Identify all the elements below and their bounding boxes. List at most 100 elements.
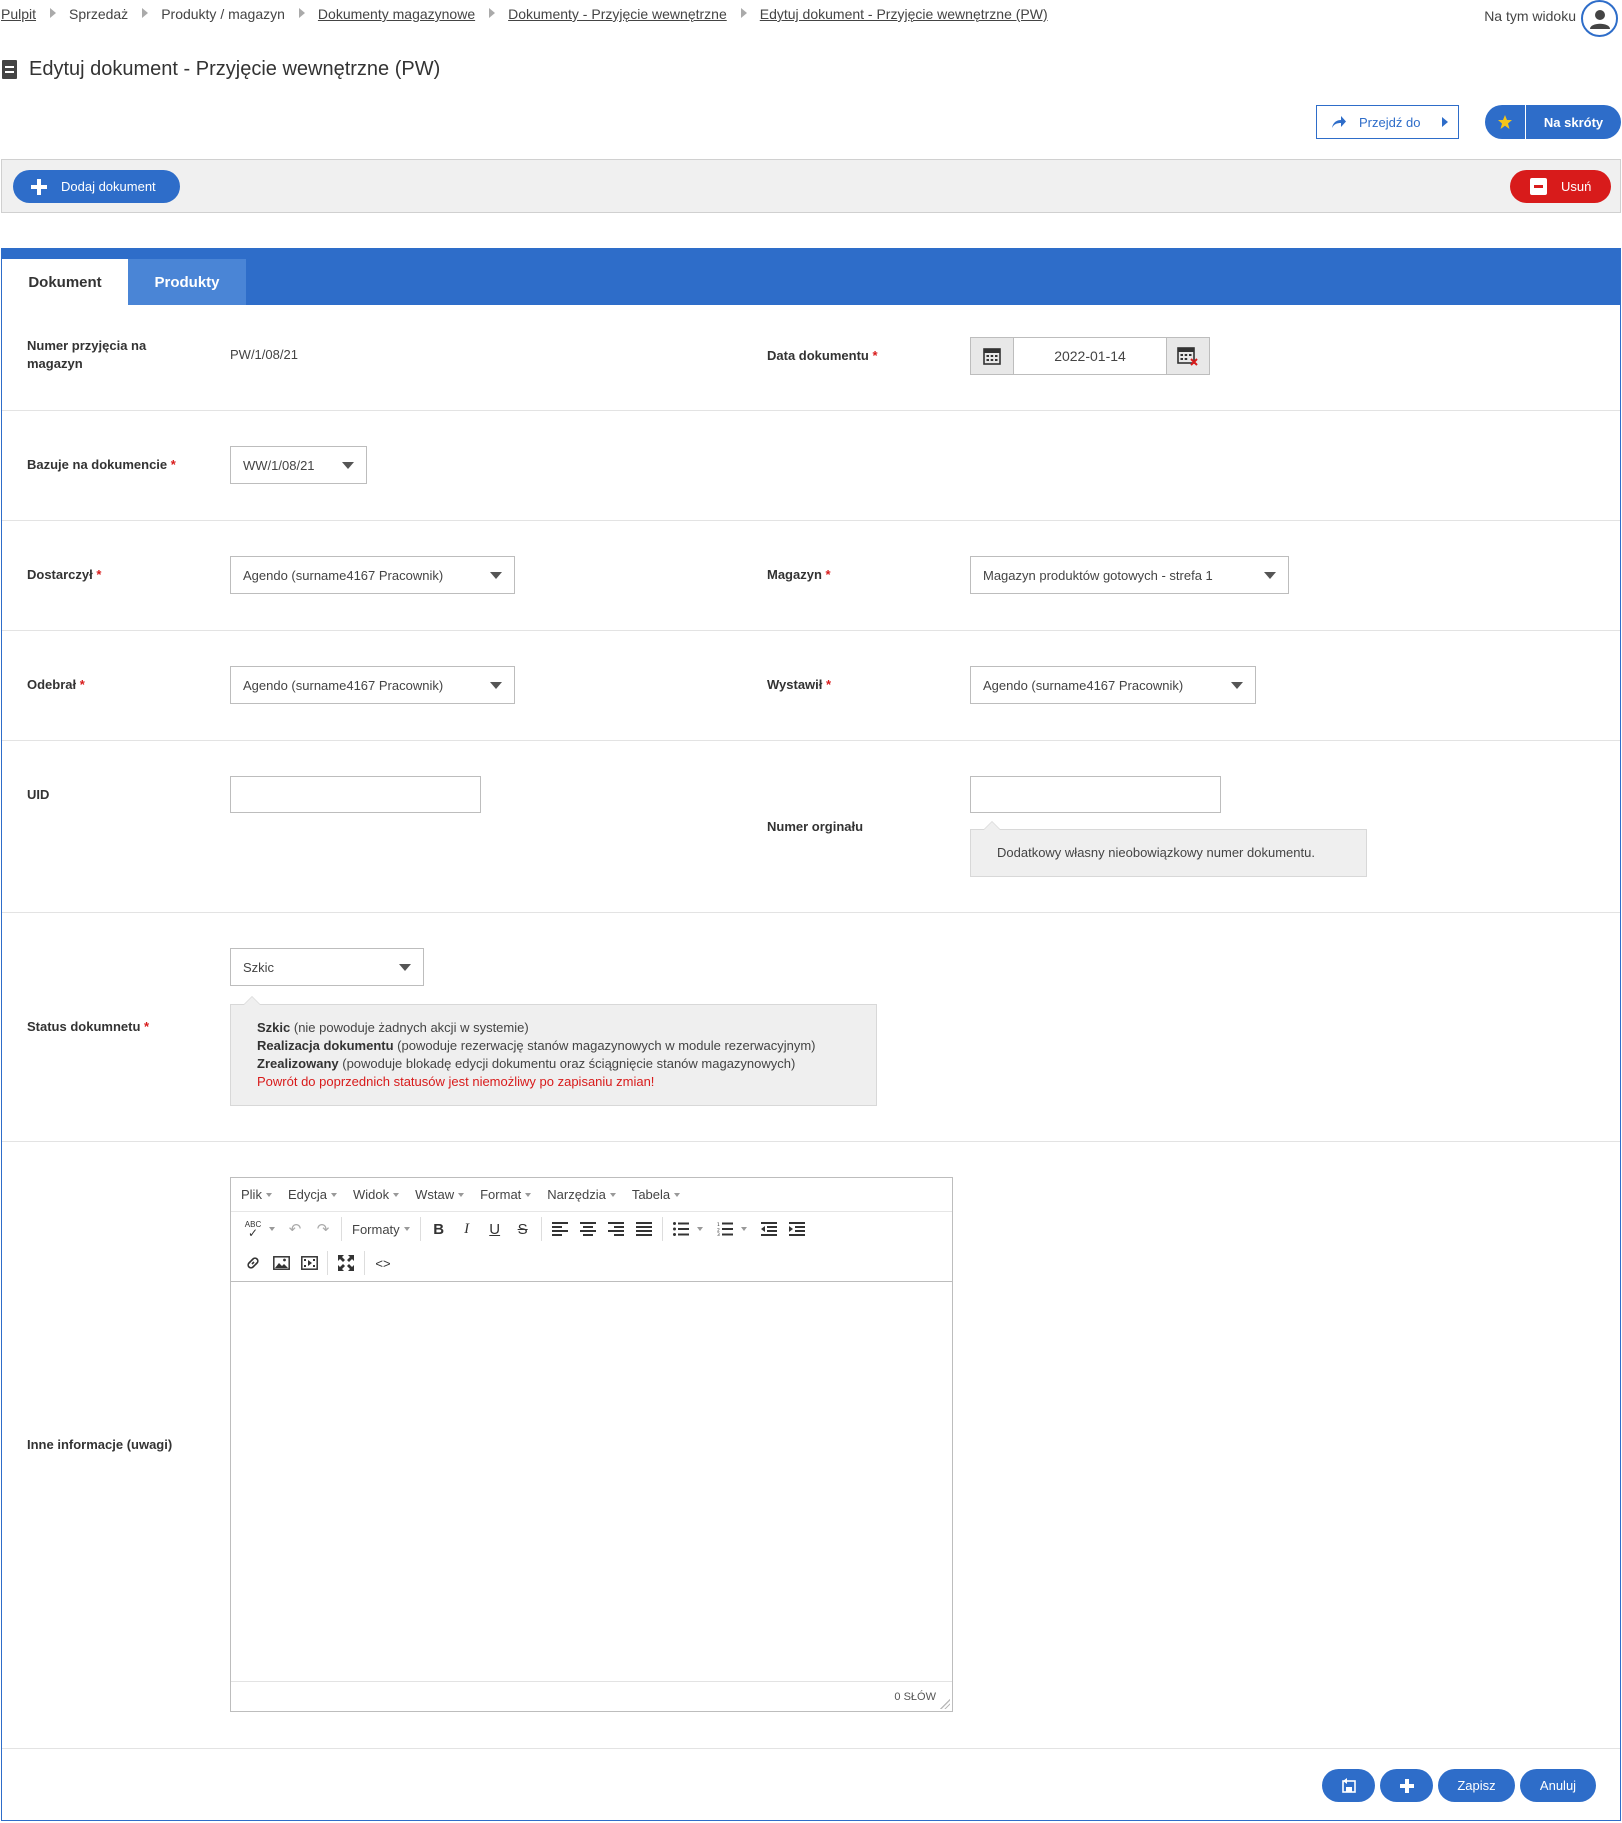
bullet-list-dropdown-icon[interactable]	[696, 1227, 703, 1231]
editor-menubar: Plik Edycja Widok Wstaw Format Narzędzia…	[231, 1178, 952, 1212]
data-dokumentu-label: Data dokumentu *	[767, 348, 878, 363]
status-select[interactable]: Szkic	[230, 948, 424, 986]
menu-plik[interactable]: Plik	[241, 1187, 272, 1202]
dostarczyl-select[interactable]: Agendo (surname4167 Pracownik)	[230, 556, 515, 594]
save-back-icon	[1341, 1778, 1356, 1793]
status-hint-line: Zrealizowany (powoduje blokadę edycji do…	[257, 1056, 796, 1071]
tab-produkty[interactable]: Produkty	[128, 259, 246, 305]
toolbar-divider	[327, 1251, 328, 1275]
bullet-list-icon[interactable]	[667, 1215, 695, 1243]
align-right-icon[interactable]	[602, 1215, 630, 1243]
align-left-icon[interactable]	[546, 1215, 574, 1243]
shortcuts-label: Na skróty	[1543, 114, 1604, 130]
magazyn-value: Magazyn produktów gotowych - strefa 1	[983, 567, 1213, 583]
back-button[interactable]	[1322, 1769, 1375, 1802]
menu-widok[interactable]: Widok	[353, 1187, 400, 1202]
row-divider	[2, 410, 1620, 411]
breadcrumb-sprzedaz: Sprzedaż	[69, 6, 129, 22]
star-icon	[1485, 105, 1526, 139]
breadcrumb-dokumenty-pw[interactable]: Dokumenty - Przyjęcie wewnętrzne	[508, 6, 727, 22]
numer-orginalu-label: Numer orginału	[767, 819, 864, 834]
dostarczyl-value: Agendo (surname4167 Pracownik)	[243, 567, 444, 583]
delete-button[interactable]: Usuń	[1510, 170, 1611, 203]
menu-narzedzia[interactable]: Narzędzia	[547, 1187, 616, 1202]
redo-icon[interactable]: ↷	[309, 1215, 337, 1243]
magazyn-select[interactable]: Magazyn produktów gotowych - strefa 1	[970, 556, 1289, 594]
caret-right-icon	[1442, 117, 1449, 127]
outdent-icon[interactable]	[755, 1215, 783, 1243]
clear-date-button[interactable]	[1167, 338, 1209, 374]
uid-label: UID	[27, 787, 50, 802]
fullscreen-icon[interactable]	[332, 1249, 360, 1277]
toolbar-divider	[419, 1217, 421, 1241]
document-icon	[2, 60, 17, 79]
image-icon[interactable]	[267, 1249, 295, 1277]
menu-wstaw[interactable]: Wstaw	[415, 1187, 465, 1202]
toolbar-divider	[661, 1217, 663, 1241]
chevron-down-icon	[342, 462, 354, 469]
numer-orginalu-hint: Dodatkowy własny nieobowiązkowy numer do…	[970, 821, 1367, 877]
page-title: Edytuj dokument - Przyjęcie wewnętrzne (…	[2, 58, 440, 81]
odebral-select[interactable]: Agendo (surname4167 Pracownik)	[230, 666, 515, 704]
breadcrumb-separator-icon	[298, 8, 305, 18]
row-divider	[2, 1748, 1620, 1749]
link-icon[interactable]	[239, 1249, 267, 1277]
undo-icon[interactable]: ↶	[281, 1215, 309, 1243]
spellcheck-icon[interactable]: ABC ✓	[239, 1215, 267, 1243]
source-code-icon[interactable]: <>	[369, 1249, 397, 1277]
align-justify-icon[interactable]	[630, 1215, 658, 1243]
underline-icon[interactable]: U	[481, 1215, 509, 1243]
numer-przyjecia-value: PW/1/08/21	[230, 347, 298, 362]
editor-content-area[interactable]	[231, 1281, 952, 1681]
numer-orginalu-input[interactable]	[970, 776, 1221, 813]
numbered-list-icon[interactable]: 123	[711, 1215, 739, 1243]
shortcuts-button[interactable]: Na skróty	[1485, 105, 1621, 139]
bold-icon[interactable]: B	[425, 1215, 453, 1243]
indent-icon[interactable]	[783, 1215, 811, 1243]
uwagi-label: Inne informacje (uwagi)	[27, 1437, 173, 1452]
date-value[interactable]: 2022-01-14	[1013, 338, 1167, 374]
breadcrumb-separator-icon	[50, 8, 57, 18]
status-value: Szkic	[243, 959, 275, 975]
add-document-button[interactable]: Dodaj dokument	[13, 170, 180, 203]
share-arrow-icon	[1332, 116, 1346, 128]
user-avatar[interactable]	[1581, 0, 1618, 37]
plus-icon	[1399, 1778, 1414, 1793]
row-divider	[2, 630, 1620, 631]
menu-tabela[interactable]: Tabela	[632, 1187, 681, 1202]
resize-handle-icon[interactable]	[940, 1699, 950, 1709]
numbered-list-dropdown-icon[interactable]	[740, 1227, 747, 1231]
breadcrumb-pulpit[interactable]: Pulpit	[1, 6, 36, 22]
menu-format[interactable]: Format	[480, 1187, 532, 1202]
menu-edycja[interactable]: Edycja	[288, 1187, 337, 1202]
toolbar-divider	[540, 1217, 542, 1241]
dostarczyl-label: Dostarczył *	[27, 567, 102, 582]
action-toolbar: Dodaj dokument Usuń	[1, 159, 1621, 213]
cancel-button[interactable]: Anuluj	[1520, 1769, 1596, 1802]
bazuje-select[interactable]: WW/1/08/21	[230, 446, 367, 484]
breadcrumb-separator-icon	[142, 8, 149, 18]
breadcrumb-dokumenty-magazynowe[interactable]: Dokumenty magazynowe	[318, 6, 475, 22]
add-new-button[interactable]	[1380, 1769, 1433, 1802]
tab-dokument[interactable]: Dokument	[2, 259, 128, 305]
goto-button[interactable]: Przejdź do	[1316, 105, 1459, 139]
breadcrumb-separator-icon	[489, 8, 496, 18]
goto-label: Przejdź do	[1359, 114, 1421, 130]
chevron-down-icon	[1264, 572, 1276, 579]
uid-input[interactable]	[230, 776, 481, 813]
spellcheck-dropdown-icon[interactable]	[269, 1227, 275, 1231]
align-center-icon[interactable]	[574, 1215, 602, 1243]
toolbar-divider	[364, 1251, 365, 1275]
save-button[interactable]: Zapisz	[1438, 1769, 1515, 1802]
breadcrumb-edytuj-dokument[interactable]: Edytuj dokument - Przyjęcie wewnętrzne (…	[760, 6, 1048, 22]
odebral-label: Odebrał *	[27, 677, 85, 692]
italic-icon[interactable]: I	[453, 1215, 481, 1243]
media-icon[interactable]	[295, 1249, 323, 1277]
calendar-button[interactable]	[971, 338, 1013, 374]
status-hint-line: Szkic (nie powoduje żadnych akcji w syst…	[257, 1020, 529, 1035]
wystawil-select[interactable]: Agendo (surname4167 Pracownik)	[970, 666, 1256, 704]
status-hint: Szkic (nie powoduje żadnych akcji w syst…	[230, 996, 877, 1106]
bazuje-label: Bazuje na dokumencie *	[27, 457, 176, 472]
strikethrough-icon[interactable]: S	[509, 1215, 537, 1243]
formats-dropdown[interactable]: Formaty	[346, 1222, 416, 1237]
